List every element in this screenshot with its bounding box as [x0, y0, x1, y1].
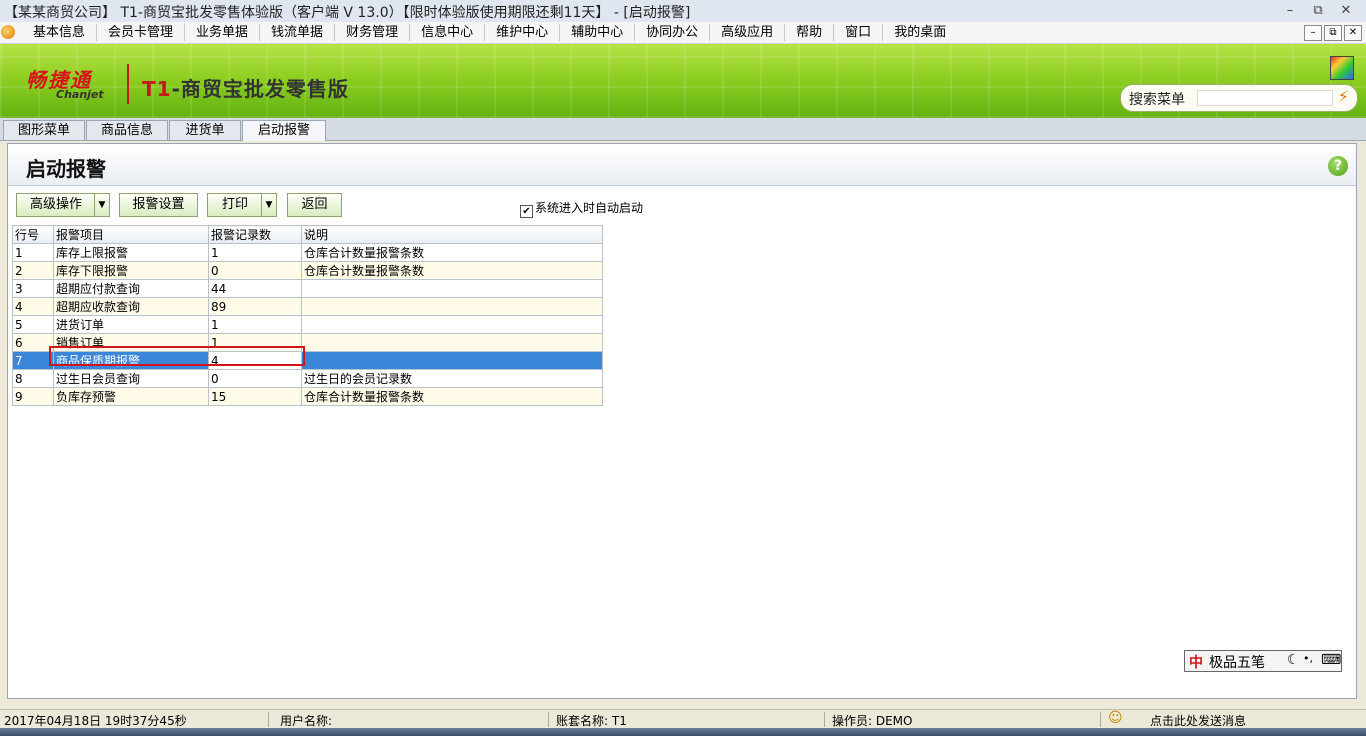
menu-info-center[interactable]: 信息中心: [410, 24, 486, 41]
alarm-settings-button[interactable]: 报警设置: [119, 193, 198, 217]
table-row[interactable]: 1 库存上限报警 1 仓库合计数量报警条数: [12, 243, 603, 262]
os-taskbar: [0, 728, 1366, 736]
restore-button[interactable]: ⧉: [1304, 2, 1332, 20]
tab-purchase-order[interactable]: 进货单: [169, 120, 241, 140]
advanced-ops-button[interactable]: 高级操作 ▼: [16, 193, 110, 217]
menu-advanced[interactable]: 高级应用: [710, 24, 786, 41]
table-row[interactable]: 3 超期应付款查询 44: [12, 279, 603, 298]
product-name: T1-商贸宝批发零售版: [142, 77, 349, 101]
table-row[interactable]: 2 库存下限报警 0 仓库合计数量报警条数: [12, 261, 603, 280]
minimize-button[interactable]: –: [1276, 2, 1304, 20]
skin-icon[interactable]: [1330, 56, 1354, 80]
menu-member-card[interactable]: 会员卡管理: [97, 24, 186, 41]
auto-start-label: 系统进入时自动启动: [535, 201, 644, 215]
auto-start-checkbox[interactable]: ✔ 系统进入时自动启动: [520, 199, 643, 218]
help-icon[interactable]: ?: [1328, 156, 1348, 176]
logo-divider: [127, 64, 129, 104]
chevron-down-icon[interactable]: ▼: [261, 194, 276, 216]
window-titlebar: 【某某商贸公司】 T1-商贸宝批发零售体验版（客户端 V 13.0）【限时体验版…: [0, 0, 1366, 23]
document-tabs: 图形菜单 商品信息 进货单 启动报警: [0, 118, 1366, 141]
menu-maintenance[interactable]: 维护中心: [485, 24, 561, 41]
col-description[interactable]: 说明: [301, 225, 603, 244]
table-row[interactable]: 4 超期应收款查询 89: [12, 297, 603, 316]
mdi-restore-button[interactable]: ⧉: [1324, 25, 1342, 41]
close-button[interactable]: ✕: [1332, 2, 1360, 20]
chevron-down-icon[interactable]: ▼: [94, 194, 109, 216]
status-operator: 操作员: DEMO: [832, 714, 913, 728]
menu-help[interactable]: 帮助: [785, 24, 835, 41]
ime-toolbar: 中 极品五笔 ☾ •, ⌨: [1184, 650, 1342, 672]
back-button[interactable]: 返回: [287, 193, 342, 217]
send-message-link[interactable]: 点击此处发送消息: [1150, 712, 1246, 729]
print-button[interactable]: 打印 ▼: [207, 193, 277, 217]
search-label: 搜索菜单: [1129, 92, 1185, 108]
menu-bar: 基本信息 会员卡管理 业务单据 钱流单据 财务管理 信息中心 维护中心 辅助中心…: [0, 22, 1366, 44]
mdi-minimize-button[interactable]: –: [1304, 25, 1322, 41]
menu-window[interactable]: 窗口: [834, 24, 884, 41]
table-row[interactable]: 6 销售订单 1: [12, 333, 603, 352]
search-input[interactable]: [1197, 90, 1333, 106]
main-panel: 启动报警 ? 高级操作 ▼ 报警设置 打印 ▼ 返回 ✔ 系统进入时自动启动 行号…: [7, 143, 1357, 699]
col-row-no[interactable]: 行号: [12, 225, 54, 244]
tab-startup-alarm[interactable]: 启动报警: [242, 120, 326, 141]
tab-graphic-menu[interactable]: 图形菜单: [3, 120, 85, 140]
menu-my-desktop[interactable]: 我的桌面: [883, 24, 957, 41]
alarm-table: 行号 报警项目 报警记录数 说明 1 库存上限报警 1 仓库合计数量报警条数 2 库存下…: [12, 225, 603, 406]
menu-assist-center[interactable]: 辅助中心: [560, 24, 636, 41]
record-count-cell-editing[interactable]: 4: [208, 351, 302, 370]
checkbox-icon[interactable]: ✔: [520, 205, 533, 218]
page-header: 启动报警 ?: [8, 144, 1356, 186]
menu-search: 搜索菜单 ⚡: [1120, 84, 1358, 112]
ime-name[interactable]: 极品五笔: [1209, 652, 1265, 672]
mdi-close-button[interactable]: ✕: [1344, 25, 1362, 41]
window-title: 【某某商贸公司】 T1-商贸宝批发零售体验版（客户端 V 13.0）【限时体验版…: [4, 5, 691, 21]
tab-product-info[interactable]: 商品信息: [86, 120, 168, 140]
app-icon[interactable]: [1, 25, 15, 39]
banner: 畅捷通 Chanjet T1-商贸宝批发零售版 搜索菜单 ⚡: [0, 44, 1366, 118]
lightning-icon[interactable]: ⚡: [1338, 87, 1349, 106]
punctuation-icon[interactable]: •,: [1303, 652, 1313, 665]
status-user: 用户名称:: [280, 714, 333, 728]
menu-cashflow-docs[interactable]: 钱流单据: [260, 24, 336, 41]
menu-business-docs[interactable]: 业务单据: [185, 24, 261, 41]
page-title: 启动报警: [26, 157, 106, 181]
col-alarm-item[interactable]: 报警项目: [53, 225, 209, 244]
table-row[interactable]: 5 进货订单 1: [12, 315, 603, 334]
table-row-selected[interactable]: 7 商品保质期报警 4: [12, 351, 603, 370]
chanjet-logo-en: Chanjet: [56, 88, 104, 101]
menu-collaboration[interactable]: 协同办公: [635, 24, 711, 41]
keyboard-icon[interactable]: ⌨: [1321, 652, 1341, 668]
status-datetime: 2017年04月18日 19时37分45秒: [4, 714, 187, 728]
ime-cn-icon[interactable]: 中: [1189, 652, 1203, 672]
menu-basic-info[interactable]: 基本信息: [22, 24, 98, 41]
menu-finance[interactable]: 财务管理: [335, 24, 411, 41]
table-row[interactable]: 9 负库存预警 15 仓库合计数量报警条数: [12, 387, 603, 406]
col-record-count[interactable]: 报警记录数: [208, 225, 302, 244]
moon-icon[interactable]: ☾: [1287, 652, 1300, 668]
status-bar: 2017年04月18日 19时37分45秒 用户名称: 账套名称: T1 操作员…: [0, 709, 1366, 729]
table-header-row: 行号 报警项目 报警记录数 说明: [12, 225, 603, 244]
table-row[interactable]: 8 过生日会员查询 0 过生日的会员记录数: [12, 369, 603, 388]
smiley-icon[interactable]: ☺: [1108, 710, 1123, 726]
status-account: 账套名称: T1: [556, 714, 627, 728]
